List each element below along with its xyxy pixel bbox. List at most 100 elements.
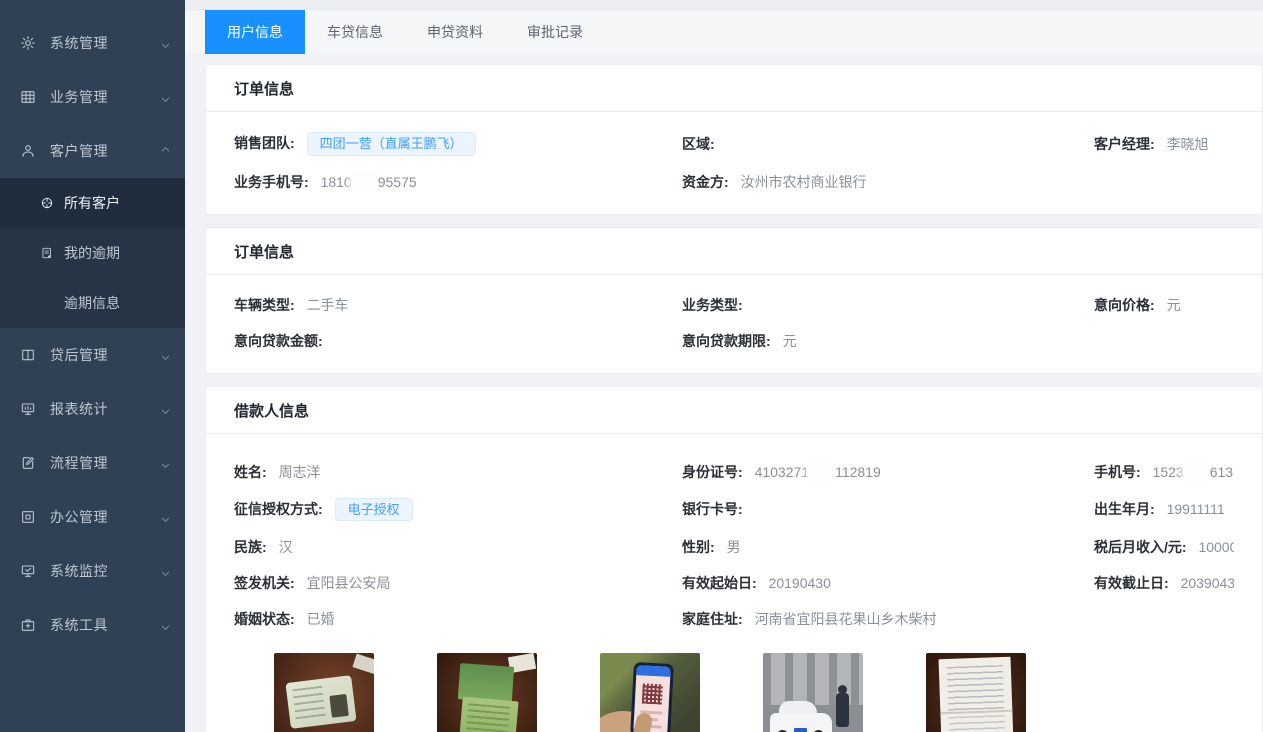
sidebar-subitem-my-overdue[interactable]: 我的逾期: [0, 228, 185, 278]
square-in-square-icon: [20, 509, 36, 525]
sidebar-subitem-all-customers[interactable]: 所有客户: [0, 178, 185, 228]
sidebar-subitem-overdue-info[interactable]: 逾期信息: [0, 278, 185, 328]
field-marital-status: 婚姻状态: 已婚: [234, 609, 682, 629]
card-title: 订单信息: [206, 228, 1262, 275]
tab-car-loan-info[interactable]: 车贷信息: [305, 10, 405, 54]
field-monthly-income: 税后月收入/元: 10000: [1094, 537, 1234, 557]
photo-graphic: [947, 665, 1005, 711]
detail-tabs: 用户信息 车贷信息 申贷资料 审批记录: [185, 10, 1263, 54]
sidebar-item-label: 流程管理: [50, 453, 160, 473]
sidebar-item-process-management[interactable]: 流程管理: [0, 436, 185, 490]
sales-team-tag: 四团一营（直属王鹏飞）: [307, 132, 476, 156]
photo-credit-auth-screenshot[interactable]: [600, 653, 700, 732]
field-home-address: 家庭住址: 河南省宜阳县花果山乡木柴村: [682, 609, 1094, 629]
content-scroll-area[interactable]: 订单信息 销售团队: 四团一营（直属王鹏飞） 区域: 客户经理:: [185, 54, 1263, 732]
field-intended-loan-term: 意向贷款期限: 元: [682, 331, 1094, 351]
photo-handwritten-document[interactable]: [926, 653, 1026, 732]
photo-person-with-car[interactable]: [763, 653, 863, 732]
sidebar-item-label: 贷后管理: [50, 345, 160, 365]
photo-household-register[interactable]: [437, 653, 537, 732]
main-area: 用户信息 车贷信息 申贷资料 审批记录 订单信息 销售团队: 四团一营（直属王鹏…: [185, 0, 1263, 732]
field-mobile: 手机号: 15236137: [1094, 462, 1234, 482]
photo-graphic: [836, 693, 849, 727]
photo-graphic: [292, 686, 326, 721]
sidebar-item-system-monitor[interactable]: 系统监控: [0, 544, 185, 598]
credit-auth-tag: 电子授权: [335, 498, 413, 522]
wheel-icon: [40, 196, 54, 210]
tab-loan-documents[interactable]: 申贷资料: [405, 10, 505, 54]
field-account-manager: 客户经理: 李晓旭: [1094, 134, 1234, 154]
qr-code-graphic: [642, 684, 663, 705]
field-sales-team: 销售团队: 四团一营（直属王鹏飞）: [234, 132, 682, 156]
sidebar: 系统管理 业务管理 客户管理 所有客户: [0, 0, 185, 732]
customer-management-submenu: 所有客户 我的逾期 逾期信息: [0, 178, 185, 328]
redaction-blur: [1185, 466, 1209, 479]
sidebar-item-report-statistics[interactable]: 报表统计: [0, 382, 185, 436]
sidebar-item-label: 系统工具: [50, 615, 160, 635]
field-bank-card: 银行卡号:: [682, 499, 1094, 519]
sidebar-item-label: 系统管理: [50, 33, 160, 53]
photo-graphic: [949, 715, 1006, 732]
field-vehicle-type: 车辆类型: 二手车: [234, 295, 682, 315]
photo-id-card[interactable]: [274, 653, 374, 732]
field-region: 区域:: [682, 134, 1094, 154]
sidebar-item-business-management[interactable]: 业务管理: [0, 70, 185, 124]
card-title: 订单信息: [206, 65, 1262, 112]
sidebar-item-postloan-management[interactable]: 贷后管理: [0, 328, 185, 382]
field-intended-loan-amount: 意向贷款金额:: [234, 331, 682, 351]
field-gender: 性别: 男: [682, 537, 1094, 557]
toolbox-icon: [20, 617, 36, 633]
photo-item: 身份证: [274, 653, 374, 732]
chevron-down-icon: [160, 350, 171, 361]
photo-item: 人车合影: [763, 653, 863, 732]
field-funding-party: 资金方: 汝州市农村商业银行: [682, 172, 1094, 192]
field-id-number: 身份证号: 4103271112819: [682, 462, 1094, 482]
photo-item: 补充材料: [926, 653, 1026, 732]
sidebar-item-label: 业务管理: [50, 87, 160, 107]
sidebar-item-label: 报表统计: [50, 399, 160, 419]
book-icon: [20, 347, 36, 363]
chevron-down-icon: [160, 38, 171, 49]
field-name: 姓名: 周志洋: [234, 462, 682, 482]
photo-graphic: [636, 665, 670, 677]
chevron-down-icon: [160, 404, 171, 415]
photo-item: 户口本照片: [437, 653, 537, 732]
field-business-phone: 业务手机号: 181095575: [234, 172, 682, 192]
photo-graphic: [352, 654, 374, 675]
chevron-down-icon: [160, 458, 171, 469]
photo-graphic: [466, 703, 510, 732]
tab-user-info[interactable]: 用户信息: [205, 10, 305, 54]
notebook-icon: [40, 246, 54, 260]
monitor-check-icon: [20, 563, 36, 579]
sidebar-item-office-management[interactable]: 办公管理: [0, 490, 185, 544]
sidebar-subitem-label: 逾期信息: [64, 293, 120, 313]
sidebar-item-label: 办公管理: [50, 507, 160, 527]
chevron-down-icon: [160, 92, 171, 103]
field-credit-auth-method: 征信授权方式: 电子授权: [234, 498, 682, 522]
sidebar-item-customer-management[interactable]: 客户管理: [0, 124, 185, 178]
sidebar-item-system-management[interactable]: 系统管理: [0, 16, 185, 70]
tab-approval-records[interactable]: 审批记录: [505, 10, 605, 54]
photo-item: 征信授权: [600, 653, 700, 732]
sidebar-item-label: 系统监控: [50, 561, 160, 581]
field-business-type: 业务类型:: [682, 295, 1094, 315]
monitor-icon: [20, 401, 36, 417]
chevron-down-icon: [160, 512, 171, 523]
redaction-blur: [353, 176, 377, 189]
borrower-info-card: 借款人信息 姓名: 周志洋 身份证号: 4103271112819 手机号:: [205, 386, 1263, 732]
document-edit-icon: [20, 455, 36, 471]
sidebar-item-system-tools[interactable]: 系统工具: [0, 598, 185, 652]
grid-icon: [20, 89, 36, 105]
app-window: 系统管理 业务管理 客户管理 所有客户: [0, 0, 1263, 732]
top-strip: [185, 0, 1263, 10]
sidebar-item-label: 客户管理: [50, 141, 160, 161]
photo-graphic: [329, 694, 349, 718]
field-birth-date: 出生年月: 19911111: [1094, 499, 1234, 519]
field-valid-from: 有效起始日: 20190430: [682, 573, 1094, 593]
order-info-card-2: 订单信息 车辆类型: 二手车 业务类型: 意向价格: 元: [205, 227, 1263, 374]
gear-icon: [20, 35, 36, 51]
sidebar-subitem-label: 我的逾期: [64, 243, 120, 263]
card-title: 借款人信息: [206, 387, 1262, 434]
sidebar-subitem-label: 所有客户: [64, 193, 120, 213]
photo-graphic: [285, 675, 356, 729]
